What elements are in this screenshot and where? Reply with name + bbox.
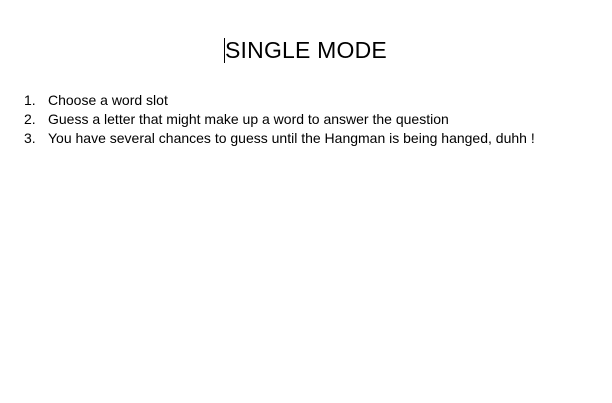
list-item: 2. Guess a letter that might make up a w…: [24, 110, 535, 129]
text-cursor: [224, 38, 226, 63]
list-item-number: 1.: [24, 92, 36, 108]
list-item-text: Guess a letter that might make up a word…: [48, 111, 449, 127]
instruction-list: 1. Choose a word slot 2. Guess a letter …: [24, 91, 535, 148]
instructions-page: SINGLE MODE 1. Choose a word slot 2. Gue…: [0, 0, 612, 403]
list-item-number: 2.: [24, 111, 36, 127]
list-item-text: You have several chances to guess until …: [48, 130, 535, 146]
list-item-number: 3.: [24, 130, 36, 146]
list-item: 3. You have several chances to guess unt…: [24, 129, 535, 148]
page-title[interactable]: SINGLE MODE: [224, 36, 387, 64]
list-item-text: Choose a word slot: [48, 92, 168, 108]
page-title-text: SINGLE MODE: [225, 37, 387, 63]
list-item: 1. Choose a word slot: [24, 91, 535, 110]
title-area: SINGLE MODE: [0, 36, 612, 64]
